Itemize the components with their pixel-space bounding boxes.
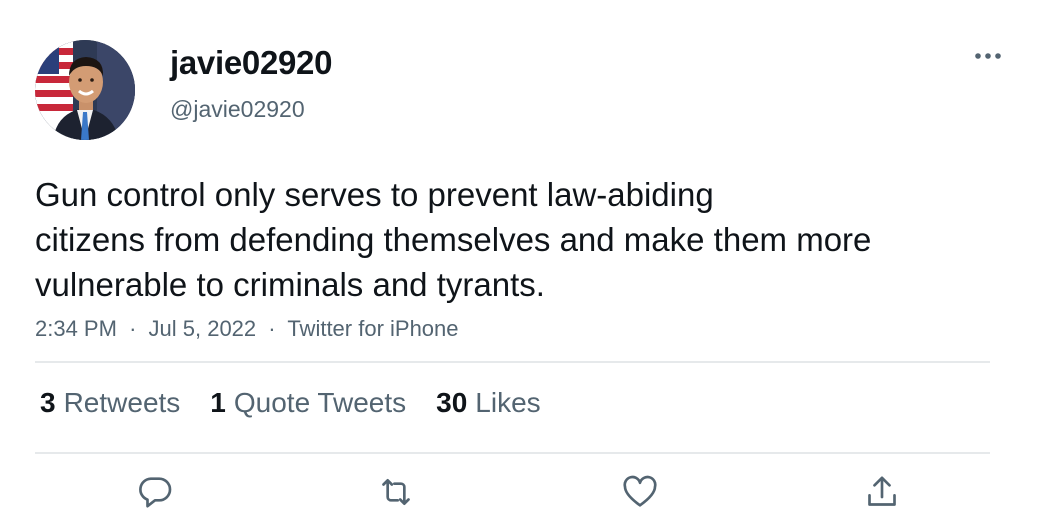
avatar-image [35,40,135,140]
likes-count: 30 [436,387,468,418]
retweet-icon [382,479,410,505]
share-button[interactable] [860,470,904,514]
retweet-button[interactable] [374,470,418,514]
meta-separator: · [129,316,137,341]
share-icon [868,476,896,506]
tweet-text-line: citizens from defending themselves and m… [35,221,872,258]
retweets-count: 3 [40,387,56,418]
like-button[interactable] [618,470,662,514]
tweet-text-line: vulnerable to criminals and tyrants. [35,266,545,303]
quote-tweets-count: 1 [210,387,226,418]
tweet-metadata: 2:34 PM · Jul 5, 2022 · Twitter for iPho… [35,316,459,342]
tweet-stats: 3 Retweets 1 Quote Tweets 30 Likes [40,387,571,419]
tweet-text: Gun control only serves to prevent law-a… [35,172,995,307]
more-options-button[interactable] [970,42,1006,70]
tweet-date[interactable]: Jul 5, 2022 [149,316,257,341]
avatar[interactable] [35,40,135,140]
display-name[interactable]: javie02920 [170,44,332,82]
divider [35,452,990,454]
tweet-card: javie02920 @javie02920 Gun control only … [0,0,1050,525]
retweets-label: Retweets [63,387,181,418]
likes-label: Likes [475,387,541,418]
user-handle[interactable]: @javie02920 [170,96,305,123]
like-icon [623,475,657,507]
meta-separator: · [268,316,276,341]
divider [35,361,990,363]
quote-tweets-stat[interactable]: 1 Quote Tweets [210,387,406,419]
tweet-source[interactable]: Twitter for iPhone [287,316,458,341]
quote-tweets-label: Quote Tweets [233,387,407,418]
reply-icon [139,477,172,508]
tweet-text-line: Gun control only serves to prevent law-a… [35,176,714,213]
likes-stat[interactable]: 30 Likes [436,387,541,419]
retweets-stat[interactable]: 3 Retweets [40,387,180,419]
action-bar [0,470,1050,520]
reply-button[interactable] [133,470,177,514]
more-options-icon [975,53,1001,59]
tweet-time[interactable]: 2:34 PM [35,316,117,341]
